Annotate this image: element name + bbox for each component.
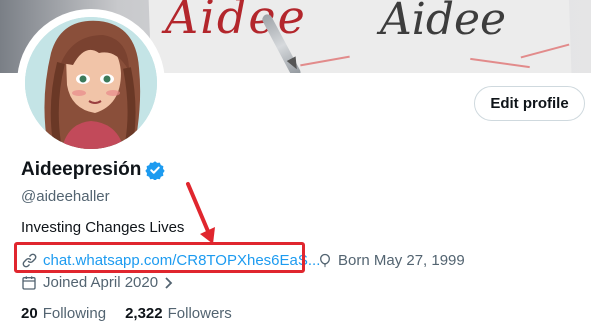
balloon-icon <box>317 252 333 269</box>
profile-birthday-item: Born May 27, 1999 <box>317 252 465 269</box>
following-label: Following <box>42 305 107 322</box>
calendar-icon <box>21 275 37 291</box>
followers-link[interactable]: 2,322 Followers <box>125 305 232 322</box>
annotation-highlight-box <box>14 242 305 273</box>
profile-bio: Investing Changes Lives <box>21 219 185 236</box>
edit-profile-button[interactable]: Edit profile <box>474 86 585 121</box>
banner-lettering-dark: Aidee <box>380 0 507 45</box>
following-link[interactable]: 20 Following <box>21 305 106 322</box>
profile-name-row: Aideepresión <box>21 159 166 181</box>
profile-joined-item: Joined April 2020 <box>21 274 174 291</box>
avatar[interactable] <box>21 13 161 153</box>
birthday-text: Born May 27, 1999 <box>338 252 465 269</box>
followers-label: Followers <box>167 305 232 322</box>
banner-lettering-red: Aidee <box>165 0 307 44</box>
follow-stats: 20 Following 2,322 Followers <box>21 305 251 322</box>
profile-handle: @aideehaller <box>21 188 110 205</box>
joined-text: Joined April 2020 <box>43 274 159 291</box>
followers-count: 2,322 <box>125 305 163 322</box>
verified-badge-icon[interactable] <box>145 160 166 180</box>
chevron-right-icon[interactable] <box>164 276 174 290</box>
following-count: 20 <box>21 305 38 322</box>
avatar-illustration <box>25 17 157 149</box>
annotation-arrow <box>186 182 215 244</box>
display-name: Aideepresión <box>21 159 142 180</box>
